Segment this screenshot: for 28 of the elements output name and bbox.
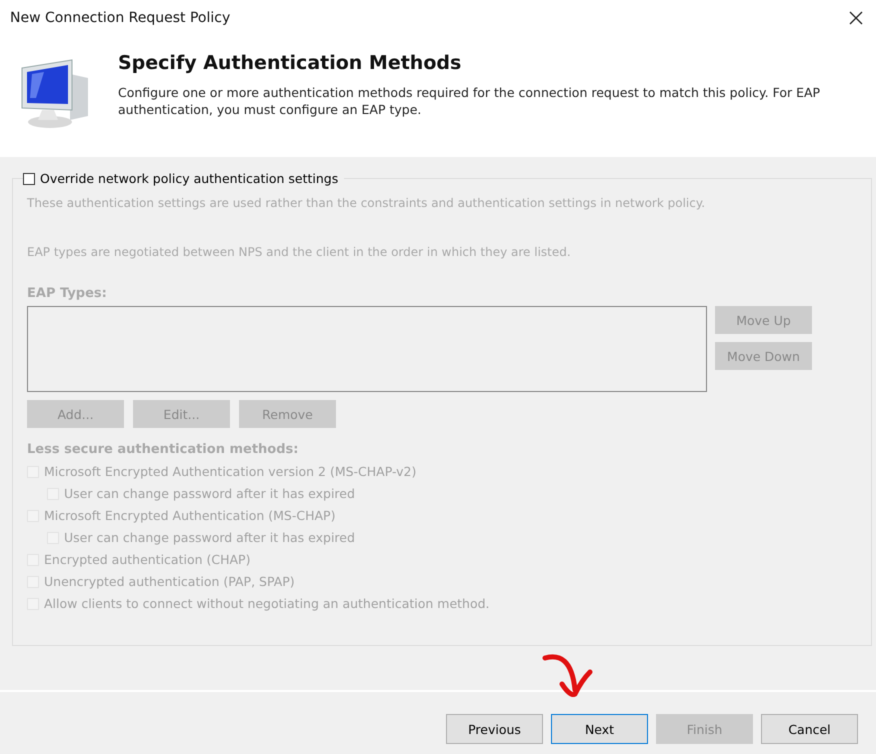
checkbox-label: Encrypted authentication (CHAP) (44, 552, 250, 567)
checkbox-label: User can change password after it has expired (64, 486, 355, 501)
wizard-button[interactable]: Previous (446, 714, 543, 744)
page-description: Configure one or more authentication methods required for the connection request to match this policy. For EAP authentication, you must configure an EAP type. (118, 84, 822, 118)
close-button[interactable] (848, 10, 864, 26)
list-button: Move Down (715, 342, 812, 370)
section-label: Less secure authentication methods: (27, 442, 300, 457)
list-button: Add... (27, 400, 124, 428)
close-icon (849, 11, 863, 25)
list-button: Remove (239, 400, 336, 428)
window-title: New Connection Request Policy (10, 10, 230, 26)
section-label: EAP Types: (27, 286, 108, 301)
list-button: Move Up (715, 306, 812, 334)
wizard-button[interactable]: Cancel (761, 714, 858, 744)
note-text: EAP types are negotiated between NPS and the client in the order in which they are listed. (27, 245, 572, 259)
checkbox-label: User can change password after it has expired (64, 530, 355, 545)
wizard-button: Finish (656, 714, 753, 744)
list-button: Edit... (133, 400, 230, 428)
checkbox-label: Microsoft Encrypted Authentication version 2 (MS-CHAP-v2) (44, 464, 416, 479)
note-text: These authentication settings are used rather than the constraints and authentication settings in network policy. (27, 196, 706, 210)
checkbox-label: Microsoft Encrypted Authentication (MS-CHAP) (44, 508, 336, 523)
page-heading: Specify Authentication Methods (118, 52, 462, 74)
checkbox-label: Unencrypted authentication (PAP, SPAP) (44, 574, 295, 589)
checkbox-label: Override network policy authentication settings (40, 171, 338, 186)
eap-types-list[interactable] (27, 306, 707, 392)
checkbox[interactable] (23, 172, 35, 184)
checkbox-label: Allow clients to connect without negotiating an authentication method. (44, 596, 490, 611)
wizard-button[interactable]: Next (551, 714, 648, 744)
